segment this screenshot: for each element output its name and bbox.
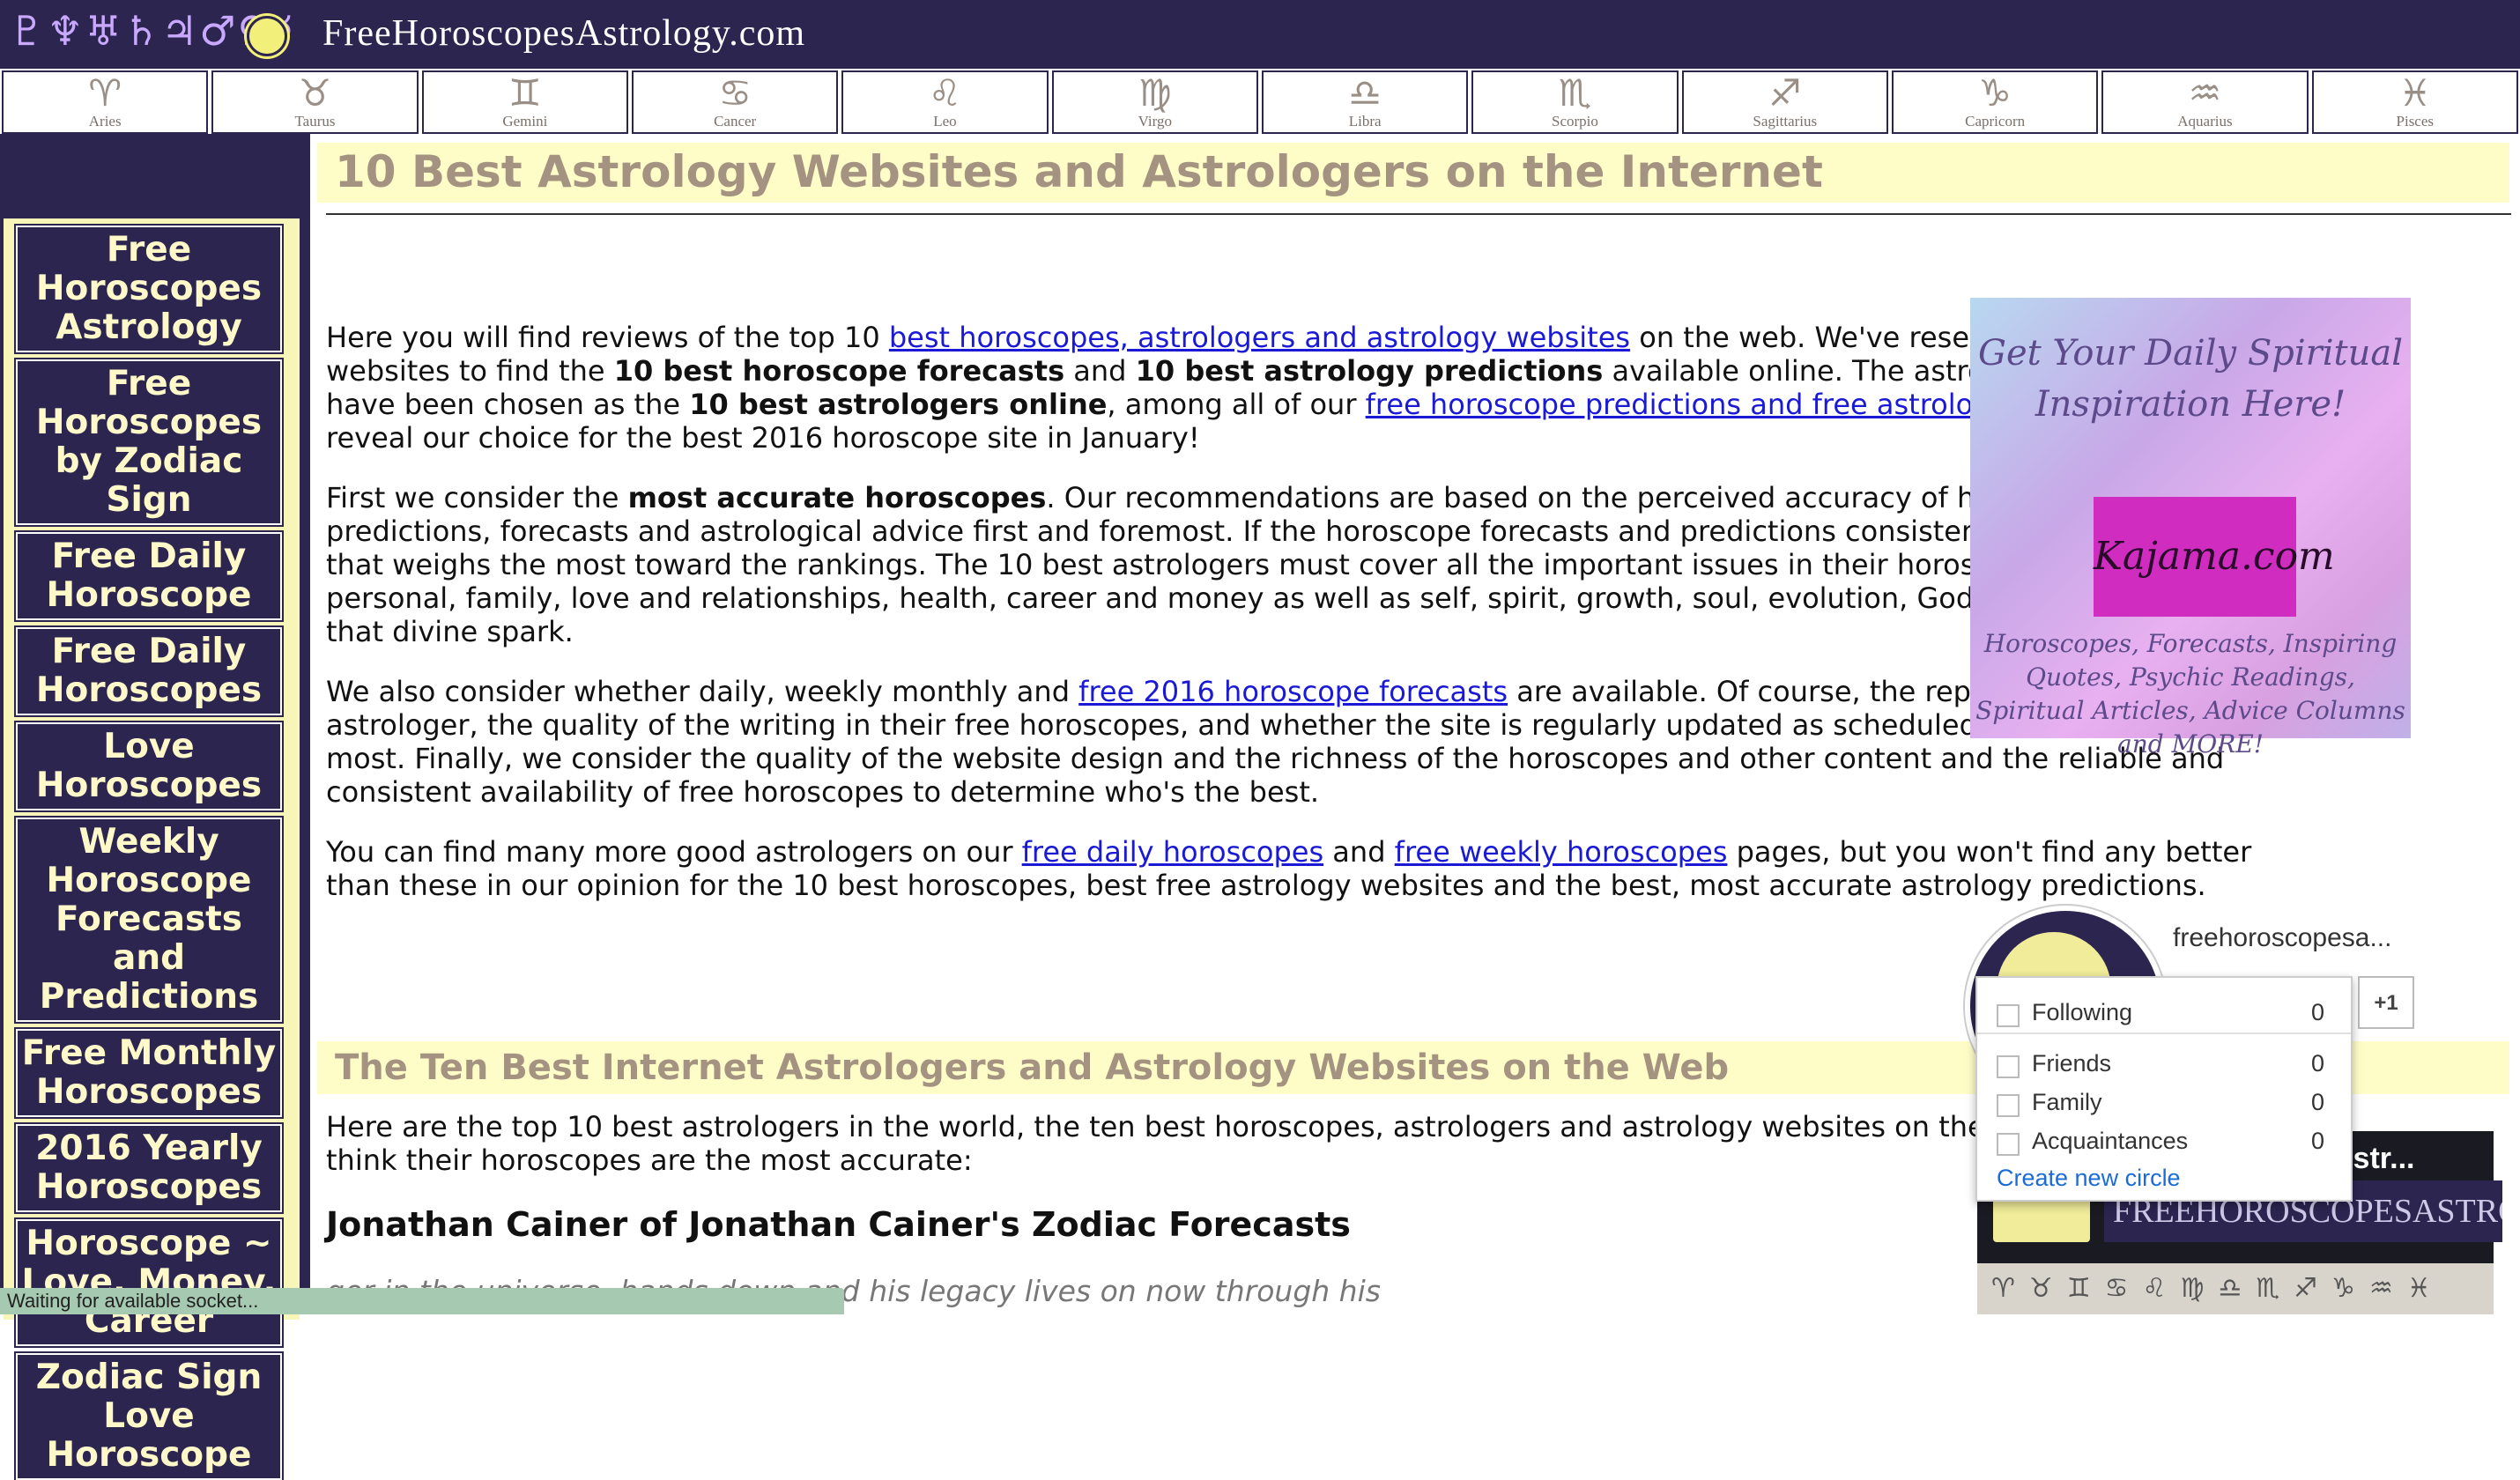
zodiac-label: Taurus [294,113,336,130]
circle-row-acquaintances[interactable]: Acquaintances 0 [1977,1126,2351,1161]
text: First we consider the [326,481,628,514]
zodiac-leo[interactable]: ♌ Leo [841,70,1049,134]
nav-weekly-horoscope[interactable]: Weekly Horoscope Forecasts and Predictio… [14,816,284,1024]
acquaintances-checkbox[interactable] [1997,1133,2020,1156]
circles-dropdown: Following 0 Friends 0 Family 0 Acquainta… [1975,976,2353,1202]
sagittarius-icon: ♐ [1768,71,1802,115]
zodiac-gemini[interactable]: ♊ Gemini [421,70,628,134]
circle-row-family[interactable]: Family 0 [1977,1087,2351,1122]
title-divider [326,213,2511,215]
nav-free-daily-horoscopes[interactable]: Free Daily Horoscopes [14,625,284,717]
zodiac-label: Capricorn [1965,113,2026,130]
circle-row-following[interactable]: Following 0 [1977,997,2351,1032]
bold-text: 10 best horoscope forecasts [613,354,1065,388]
ad-headline: Get Your Daily Spiritual Inspiration Her… [1977,333,2404,425]
zodiac-capricorn[interactable]: ♑ Capricorn [1891,70,2099,134]
page-title-bar: 10 Best Astrology Websites and Astrologe… [317,143,2509,203]
text: You can find many more good astrologers … [326,835,1022,869]
text: We also consider whether daily, weekly m… [326,675,1079,708]
virgo-icon: ♍ [1138,71,1172,115]
circle-label: Acquaintances [2032,1128,2189,1154]
gplus-page-name[interactable]: freehoroscopesa... [2173,923,2391,953]
gemini-icon: ♊ [508,71,542,115]
zodiac-label: Sagittarius [1753,113,1818,130]
text: Here you will find reviews of the top 10 [326,321,889,354]
libra-icon: ♎ [1348,71,1382,115]
zodiac-label: Virgo [1138,113,1172,130]
left-nav-menu: Free Horoscopes Astrology Free Horoscope… [4,218,300,1480]
zodiac-libra[interactable]: ♎ Libra [1261,70,1469,134]
nav-love-money-career[interactable]: Horoscope ~ Love, Money, Career [14,1217,284,1348]
nav-horoscopes-by-zodiac-sign[interactable]: Free Horoscopes by Zodiac Sign [14,358,284,527]
page-title: 10 Best Astrology Websites and Astrologe… [335,146,1823,197]
zodiac-cancer[interactable]: ♋ Cancer [631,70,839,134]
free-daily-horoscopes-link[interactable]: free daily horoscopes [1022,835,1323,869]
bold-text: 10 best astrologers online [689,388,1108,421]
zodiac-label: Cancer [714,113,757,130]
bold-text: most accurate horoscopes [627,481,1047,514]
circle-label: Friends [2032,1050,2112,1077]
cancer-icon: ♋ [718,71,752,115]
zodiac-label: Gemini [502,113,548,130]
nav-monthly-horoscopes[interactable]: Free Monthly Horoscopes [14,1027,284,1119]
zodiac-label: Scorpio [1552,113,1598,130]
circle-label: Family [2032,1089,2102,1115]
aries-icon: ♈ [88,71,122,115]
text: and [1064,354,1136,388]
site-header: ♇♆♅♄♃♂♀☿ FreeHoroscopesAstrology.com [0,0,2520,69]
circle-count: 0 [2310,1128,2324,1154]
zodiac-aries[interactable]: ♈ Aries [2,70,209,134]
zodiac-scorpio[interactable]: ♏ Scorpio [1471,70,1679,134]
zodiac-nav-bar: ♈ Aries ♉ Taurus ♊ Gemini ♋ Cancer ♌ Leo ♍ Vir… [0,69,2520,134]
zodiac-aquarius[interactable]: ♒ Aquarius [2101,70,2309,134]
circle-label: Following [2032,999,2133,1025]
zodiac-label: Libra [1348,113,1382,130]
best-horoscopes-link[interactable]: best horoscopes, astrologers and astrolo… [889,321,1630,354]
zodiac-label: Aries [88,113,122,130]
zodiac-taurus[interactable]: ♉ Taurus [211,70,419,134]
pisces-icon: ♓ [2398,71,2432,115]
kajama-ad-banner[interactable]: Get Your Daily Spiritual Inspiration Her… [1970,298,2411,758]
zodiac-label: Aquarius [2177,113,2233,130]
plus-one-button[interactable]: +1 [2358,976,2414,1029]
create-new-circle-link[interactable]: Create new circle [1997,1165,2181,1192]
text: and [1323,835,1395,869]
nav-free-daily-horoscope[interactable]: Free Daily Horoscope [14,530,284,622]
more-astrologers-paragraph: You can find many more good astrologers … [326,835,2273,902]
zodiac-label: Pisces [2396,113,2435,130]
site-title[interactable]: FreeHoroscopesAstrology.com [322,12,805,55]
text: , among all of our [1107,388,1366,421]
aquarius-icon: ♒ [2188,71,2222,115]
circle-count: 0 [2310,1050,2324,1077]
leo-icon: ♌ [928,71,962,115]
friends-checkbox[interactable] [1997,1055,2020,1078]
circle-row-friends[interactable]: Friends 0 [1977,1048,2351,1084]
circles-divider [1977,1032,2351,1034]
ad-tagline: Horoscopes, Forecasts, Inspiring Quotes,… [1975,629,2405,758]
scorpio-icon: ♏ [1558,71,1592,115]
zodiac-label: Leo [933,113,957,130]
astrologer-heading: Jonathan Cainer of Jonathan Cainer's Zod… [326,1205,1351,1244]
circle-count: 0 [2310,1089,2324,1115]
capricorn-icon: ♑ [1978,71,2012,115]
zodiac-virgo[interactable]: ♍ Virgo [1051,70,1258,134]
zodiac-sagittarius[interactable]: ♐ Sagittarius [1681,70,1888,134]
free-2016-forecasts-link[interactable]: free 2016 horoscope forecasts [1078,675,1508,708]
following-checkbox[interactable] [1997,1004,2020,1027]
browser-status-bar: Waiting for available socket... [0,1288,844,1314]
nav-free-horoscopes-astrology[interactable]: Free Horoscopes Astrology [14,224,284,354]
nav-love-horoscopes[interactable]: Love Horoscopes [14,721,284,812]
family-checkbox[interactable] [1997,1094,2020,1117]
nav-2016-yearly-horoscopes[interactable]: 2016 Yearly Horoscopes [14,1122,284,1214]
left-sidebar: Free Horoscopes Astrology Free Horoscope… [0,134,310,1480]
free-weekly-horoscopes-link[interactable]: free weekly horoscopes [1395,835,1728,869]
circle-count: 0 [2310,999,2324,1025]
taurus-icon: ♉ [298,71,332,115]
ad-brand-logo: Kajama.com [2094,497,2335,617]
nav-zodiac-love-horoscope[interactable]: Zodiac Sign Love Horoscope [14,1351,284,1480]
bold-text: 10 best astrology predictions [1135,354,1604,388]
zodiac-pisces[interactable]: ♓ Pisces [2311,70,2518,134]
moon-icon [247,16,287,56]
